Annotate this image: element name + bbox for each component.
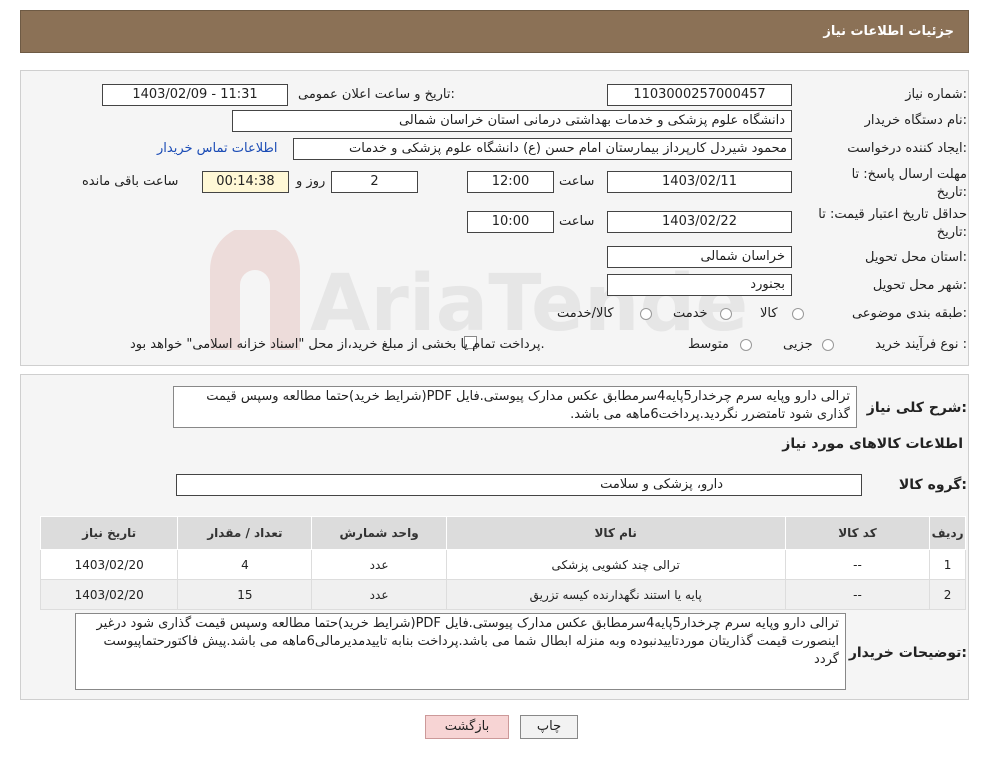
category-service-radio[interactable] <box>720 308 732 320</box>
deadline-label-2: تاریخ: <box>936 185 967 200</box>
deadline-label-1: مهلت ارسال پاسخ: تا <box>851 167 967 182</box>
deadline-time-field: 12:00 <box>467 171 554 193</box>
days-label: روز و <box>296 174 326 189</box>
cell-unit: عدد <box>311 579 447 610</box>
back-button[interactable]: بازگشت <box>425 715 509 739</box>
validity-label-1: حداقل تاریخ اعتبار قیمت: تا <box>818 207 967 222</box>
cell-unit: عدد <box>311 549 447 580</box>
cell-date: 1403/02/20 <box>39 549 179 580</box>
cell-name: پایه یا استند نگهدارنده کیسه تزریق <box>445 579 786 610</box>
city-label: شهر محل تحویل: <box>872 278 967 293</box>
need-number-field: 1103000257000457 <box>607 84 792 106</box>
validity-date-field: 1403/02/22 <box>607 211 792 233</box>
group-field: دارو، پزشکی و سلامت <box>176 474 862 496</box>
cell-row: 2 <box>929 579 966 610</box>
days-field: 2 <box>331 171 418 193</box>
cell-name: ترالی چند کشویی پزشکی <box>445 549 786 580</box>
buyer-org-field: دانشگاه علوم پزشکی و خدمات بهداشتی درمان… <box>232 110 792 132</box>
buyer-org-label: نام دستگاه خریدار: <box>864 113 967 128</box>
process-minor-radio[interactable] <box>822 339 834 351</box>
summary-textarea[interactable]: ترالی دارو وپایه سرم چرخدار5پایه4سرمطابق… <box>173 386 857 428</box>
table-row: 2 -- پایه یا استند نگهدارنده کیسه تزریق … <box>39 579 966 610</box>
col-qty-header: تعداد / مقدار <box>177 516 313 550</box>
col-row-header: ردیف <box>929 516 966 550</box>
process-note: پرداخت تمام یا بخشی از مبلغ خرید،از محل … <box>130 337 545 352</box>
col-code-header: کد کالا <box>784 516 931 550</box>
requester-label: ایجاد کننده درخواست: <box>847 141 967 156</box>
page-title: جزئیات اطلاعات نیاز <box>823 24 954 39</box>
announce-datetime-field: 1403/02/09 - 11:31 <box>102 84 288 106</box>
table-row: 1 -- ترالی چند کشویی پزشکی عدد 4 1403/02… <box>39 549 966 580</box>
buyer-contact-link[interactable]: اطلاعات تماس خریدار <box>157 141 277 156</box>
page-header: جزئیات اطلاعات نیاز <box>20 10 969 53</box>
cell-qty: 4 <box>177 549 313 580</box>
buyer-notes-textarea[interactable]: ترالی دارو وپایه سرم چرخدار5پایه4سرمطابق… <box>75 613 846 690</box>
col-date-header: تاریخ نیاز <box>39 516 179 550</box>
category-goods-service-radio[interactable] <box>640 308 652 320</box>
process-label: نوع فرآیند خرید : <box>875 337 967 352</box>
city-field: بجنورد <box>607 274 792 296</box>
province-field: خراسان شمالی <box>607 246 792 268</box>
validity-time-label: ساعت <box>559 214 595 229</box>
requester-field: محمود شیردل کارپرداز بیمارستان امام حسن … <box>293 138 792 160</box>
deadline-date-field: 1403/02/11 <box>607 171 792 193</box>
category-goods-service-label: کالا/خدمت <box>557 306 614 321</box>
cell-date: 1403/02/20 <box>39 579 179 610</box>
province-label: استان محل تحویل: <box>865 250 967 265</box>
process-medium-label: متوسط <box>688 337 729 352</box>
summary-label: شرح کلی نیاز: <box>866 400 967 416</box>
category-service-label: خدمت <box>673 306 708 321</box>
cell-code: -- <box>784 549 931 580</box>
col-unit-header: واحد شمارش <box>311 516 447 550</box>
group-label: گروه کالا: <box>898 477 967 493</box>
print-button[interactable]: چاپ <box>520 715 578 739</box>
category-goods-label: کالا <box>760 306 778 321</box>
cell-row: 1 <box>929 549 966 580</box>
col-name-header: نام کالا <box>445 516 786 550</box>
svg-text:AriaTender.neT: AriaTender.neT <box>310 259 750 349</box>
category-goods-radio[interactable] <box>792 308 804 320</box>
buyer-notes-label: توضیحات خریدار: <box>848 645 967 661</box>
announce-label: تاریخ و ساعت اعلان عمومی: <box>298 87 455 102</box>
validity-label-2: تاریخ: <box>936 225 967 240</box>
cell-code: -- <box>784 579 931 610</box>
items-table: ردیف کد کالا نام کالا واحد شمارش تعداد /… <box>39 516 966 610</box>
process-medium-radio[interactable] <box>740 339 752 351</box>
category-label: طبقه بندی موضوعی: <box>851 306 967 321</box>
goods-info-title: اطلاعات کالاهای مورد نیاز <box>782 436 963 452</box>
remaining-time-field: 00:14:38 <box>202 171 289 193</box>
remaining-label: ساعت باقی مانده <box>82 174 179 189</box>
process-minor-label: جزیی <box>783 337 813 352</box>
deadline-time-label: ساعت <box>559 174 595 189</box>
need-number-label: شماره نیاز: <box>905 87 967 102</box>
validity-time-field: 10:00 <box>467 211 554 233</box>
cell-qty: 15 <box>177 579 313 610</box>
